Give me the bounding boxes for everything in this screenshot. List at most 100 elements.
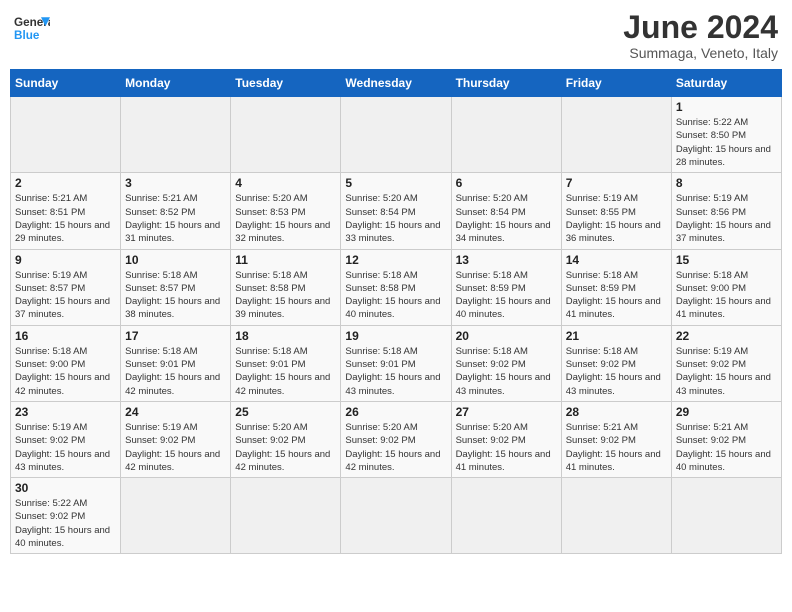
- calendar-cell: 20Sunrise: 5:18 AM Sunset: 9:02 PM Dayli…: [451, 325, 561, 401]
- weekday-header-tuesday: Tuesday: [231, 70, 341, 97]
- weekday-header-sunday: Sunday: [11, 70, 121, 97]
- calendar-cell: 14 Sunrise: 5:18 AM Sunset: 8:59 PM Dayli…: [561, 249, 671, 325]
- day-number: 27: [456, 405, 557, 419]
- calendar-row-5: 30 Sunrise: 5:22 AM Sunset: 9:02 PM Dayli…: [11, 478, 782, 554]
- calendar-cell: [121, 478, 231, 554]
- calendar-cell: 26 Sunrise: 5:20 AM Sunset: 9:02 PM Dayli…: [341, 401, 451, 477]
- calendar-cell: 11 Sunrise: 5:18 AM Sunset: 8:58 PM Dayli…: [231, 249, 341, 325]
- calendar-cell: 2 Sunrise: 5:21 AM Sunset: 8:51 PM Daylig…: [11, 173, 121, 249]
- month-title: June 2024: [623, 10, 778, 45]
- logo: General Blue: [14, 10, 50, 46]
- day-number: 22: [676, 329, 777, 343]
- calendar-cell: [451, 478, 561, 554]
- day-info: Sunrise: 5:20 AM Sunset: 8:54 PM Dayligh…: [345, 192, 446, 245]
- day-number: 2: [15, 176, 116, 190]
- day-info: Sunrise: 5:21 AM Sunset: 9:02 PM Dayligh…: [566, 421, 667, 474]
- day-info: Sunrise: 5:22 AM Sunset: 8:50 PM Dayligh…: [676, 116, 777, 169]
- calendar-cell: 17 Sunrise: 5:18 AM Sunset: 9:01 PM Dayli…: [121, 325, 231, 401]
- title-block: June 2024 Summaga, Veneto, Italy: [623, 10, 778, 61]
- calendar-cell: 4 Sunrise: 5:20 AM Sunset: 8:53 PM Daylig…: [231, 173, 341, 249]
- svg-text:Blue: Blue: [14, 29, 40, 42]
- day-info: Sunrise: 5:20 AM Sunset: 9:02 PM Dayligh…: [456, 421, 557, 474]
- day-number: 21: [566, 329, 667, 343]
- day-info: Sunrise: 5:18 AM Sunset: 8:58 PM Dayligh…: [235, 269, 336, 322]
- day-info: Sunrise: 5:18 AM Sunset: 8:59 PM Dayligh…: [566, 269, 667, 322]
- day-number: 9: [15, 253, 116, 267]
- day-number: 13: [456, 253, 557, 267]
- day-info: Sunrise: 5:19 AM Sunset: 8:56 PM Dayligh…: [676, 192, 777, 245]
- day-info: Sunrise: 5:20 AM Sunset: 8:54 PM Dayligh…: [456, 192, 557, 245]
- calendar-cell: [341, 478, 451, 554]
- day-number: 15: [676, 253, 777, 267]
- day-info: Sunrise: 5:19 AM Sunset: 9:02 PM Dayligh…: [15, 421, 116, 474]
- day-info: Sunrise: 5:20 AM Sunset: 8:53 PM Dayligh…: [235, 192, 336, 245]
- calendar-cell: 16 Sunrise: 5:18 AM Sunset: 9:00 PM Dayli…: [11, 325, 121, 401]
- calendar-cell: 23Sunrise: 5:19 AM Sunset: 9:02 PM Dayli…: [11, 401, 121, 477]
- day-info: Sunrise: 5:18 AM Sunset: 9:01 PM Dayligh…: [125, 345, 226, 398]
- calendar-cell: [341, 97, 451, 173]
- calendar-cell: 21Sunrise: 5:18 AM Sunset: 9:02 PM Dayli…: [561, 325, 671, 401]
- calendar-row-4: 23Sunrise: 5:19 AM Sunset: 9:02 PM Dayli…: [11, 401, 782, 477]
- day-number: 4: [235, 176, 336, 190]
- day-info: Sunrise: 5:21 AM Sunset: 8:52 PM Dayligh…: [125, 192, 226, 245]
- day-info: Sunrise: 5:18 AM Sunset: 9:01 PM Dayligh…: [345, 345, 446, 398]
- calendar-table: SundayMondayTuesdayWednesdayThursdayFrid…: [10, 69, 782, 554]
- day-number: 20: [456, 329, 557, 343]
- calendar-cell: [11, 97, 121, 173]
- page-header: General Blue June 2024 Summaga, Veneto, …: [10, 10, 782, 61]
- calendar-cell: 5Sunrise: 5:20 AM Sunset: 8:54 PM Daylig…: [341, 173, 451, 249]
- day-number: 18: [235, 329, 336, 343]
- calendar-cell: 18 Sunrise: 5:18 AM Sunset: 9:01 PM Dayli…: [231, 325, 341, 401]
- day-number: 29: [676, 405, 777, 419]
- day-number: 30: [15, 481, 116, 495]
- day-number: 26: [345, 405, 446, 419]
- calendar-cell: [451, 97, 561, 173]
- calendar-cell: [561, 478, 671, 554]
- calendar-cell: 6 Sunrise: 5:20 AM Sunset: 8:54 PM Daylig…: [451, 173, 561, 249]
- calendar-cell: 25 Sunrise: 5:20 AM Sunset: 9:02 PM Dayli…: [231, 401, 341, 477]
- day-number: 24: [125, 405, 226, 419]
- calendar-cell: 10Sunrise: 5:18 AM Sunset: 8:57 PM Dayli…: [121, 249, 231, 325]
- day-number: 12: [345, 253, 446, 267]
- day-number: 16: [15, 329, 116, 343]
- calendar-cell: 22 Sunrise: 5:19 AM Sunset: 9:02 PM Dayli…: [671, 325, 781, 401]
- day-info: Sunrise: 5:21 AM Sunset: 9:02 PM Dayligh…: [676, 421, 777, 474]
- day-number: 28: [566, 405, 667, 419]
- day-number: 14: [566, 253, 667, 267]
- day-number: 25: [235, 405, 336, 419]
- day-info: Sunrise: 5:18 AM Sunset: 8:59 PM Dayligh…: [456, 269, 557, 322]
- day-number: 3: [125, 176, 226, 190]
- day-info: Sunrise: 5:18 AM Sunset: 9:00 PM Dayligh…: [15, 345, 116, 398]
- calendar-cell: [561, 97, 671, 173]
- day-number: 1: [676, 100, 777, 114]
- day-number: 19: [345, 329, 446, 343]
- weekday-header-thursday: Thursday: [451, 70, 561, 97]
- calendar-cell: 1 Sunrise: 5:22 AM Sunset: 8:50 PM Daylig…: [671, 97, 781, 173]
- logo-icon: General Blue: [14, 10, 50, 46]
- day-info: Sunrise: 5:21 AM Sunset: 8:51 PM Dayligh…: [15, 192, 116, 245]
- calendar-cell: [121, 97, 231, 173]
- day-info: Sunrise: 5:18 AM Sunset: 8:57 PM Dayligh…: [125, 269, 226, 322]
- day-info: Sunrise: 5:18 AM Sunset: 9:00 PM Dayligh…: [676, 269, 777, 322]
- location-subtitle: Summaga, Veneto, Italy: [623, 45, 778, 61]
- day-number: 11: [235, 253, 336, 267]
- day-info: Sunrise: 5:19 AM Sunset: 9:02 PM Dayligh…: [125, 421, 226, 474]
- weekday-header-monday: Monday: [121, 70, 231, 97]
- day-number: 17: [125, 329, 226, 343]
- calendar-cell: 30 Sunrise: 5:22 AM Sunset: 9:02 PM Dayli…: [11, 478, 121, 554]
- calendar-cell: 13 Sunrise: 5:18 AM Sunset: 8:59 PM Dayli…: [451, 249, 561, 325]
- day-info: Sunrise: 5:19 AM Sunset: 8:55 PM Dayligh…: [566, 192, 667, 245]
- day-number: 6: [456, 176, 557, 190]
- calendar-cell: 9 Sunrise: 5:19 AM Sunset: 8:57 PM Daylig…: [11, 249, 121, 325]
- day-info: Sunrise: 5:22 AM Sunset: 9:02 PM Dayligh…: [15, 497, 116, 550]
- day-info: Sunrise: 5:20 AM Sunset: 9:02 PM Dayligh…: [235, 421, 336, 474]
- calendar-cell: 7 Sunrise: 5:19 AM Sunset: 8:55 PM Daylig…: [561, 173, 671, 249]
- calendar-cell: [231, 97, 341, 173]
- day-number: 8: [676, 176, 777, 190]
- day-info: Sunrise: 5:19 AM Sunset: 9:02 PM Dayligh…: [676, 345, 777, 398]
- day-info: Sunrise: 5:19 AM Sunset: 8:57 PM Dayligh…: [15, 269, 116, 322]
- day-info: Sunrise: 5:18 AM Sunset: 8:58 PM Dayligh…: [345, 269, 446, 322]
- day-info: Sunrise: 5:20 AM Sunset: 9:02 PM Dayligh…: [345, 421, 446, 474]
- day-number: 7: [566, 176, 667, 190]
- day-info: Sunrise: 5:18 AM Sunset: 9:01 PM Dayligh…: [235, 345, 336, 398]
